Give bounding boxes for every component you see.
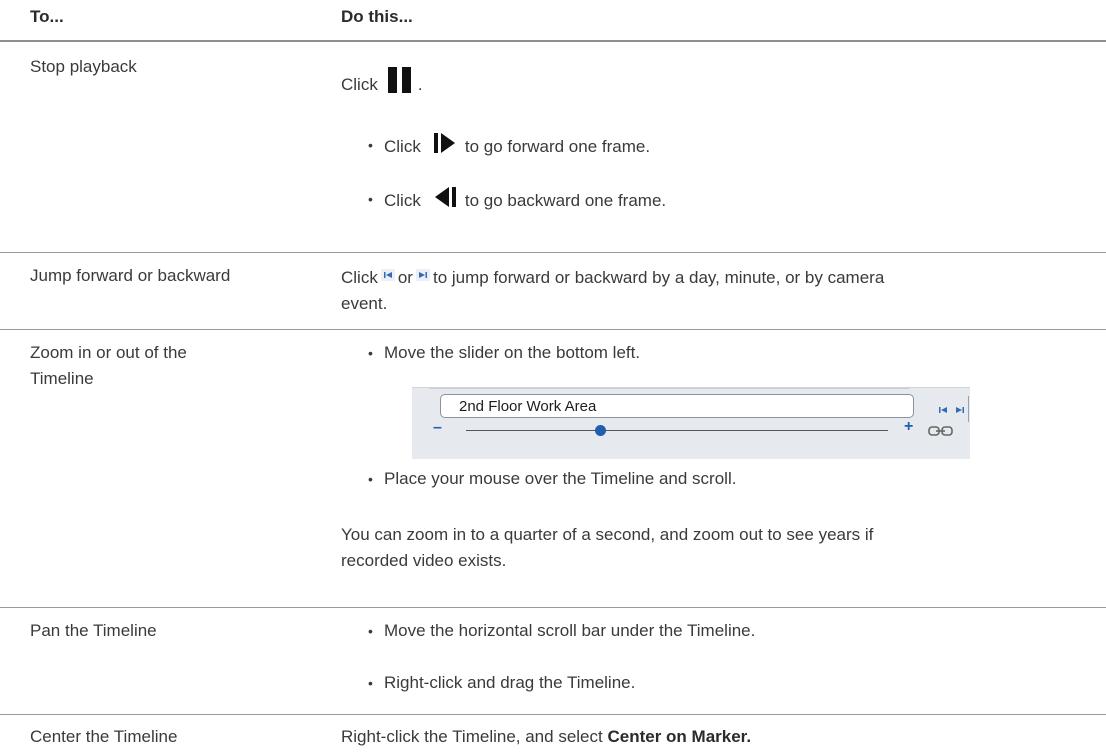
jump-end-icon <box>415 263 430 289</box>
click-text: Click <box>341 75 378 94</box>
row-task: Zoom in or out of the Timeline <box>30 340 300 392</box>
click-text: Click <box>384 191 421 210</box>
center-text: Right-click the Timeline, and select <box>341 727 603 746</box>
table-row: Jump forward or backward Click or to jump … <box>0 253 1106 330</box>
zoom-slider-thumb <box>595 425 606 436</box>
list-item: • Right-click and drag the Timeline. <box>368 670 636 696</box>
bullet-dot: • <box>368 191 373 207</box>
row-task: Jump forward or backward <box>30 266 231 285</box>
list-item: • Click to go forward one frame. <box>368 132 651 162</box>
bullet-dot: • <box>368 623 373 639</box>
link-icon <box>928 422 954 442</box>
bullet-dot: • <box>368 471 373 487</box>
list-item: • Move the slider on the bottom left. <box>368 340 641 366</box>
bullet-dot: • <box>368 675 373 691</box>
step-backward-icon <box>433 186 457 216</box>
table-header: To... Do this... <box>0 0 1106 42</box>
bullet-text: Move the horizontal scroll bar under the… <box>384 621 756 640</box>
bullet-text: Move the slider on the bottom left. <box>384 343 641 362</box>
jump-end-icon <box>954 400 966 420</box>
period-text: . <box>417 75 423 94</box>
row-action: Right-click the Timeline, and select Cen… <box>341 724 1081 750</box>
task-line: Zoom in or out of the <box>30 343 187 362</box>
zoom-note: You can zoom in to a quarter of a second… <box>341 522 1081 574</box>
row-task: Pan the Timeline <box>30 621 157 640</box>
task-line: Timeline <box>30 369 94 388</box>
divider <box>430 388 910 389</box>
pause-icon <box>386 66 416 102</box>
zoom-out-icon: – <box>433 419 442 436</box>
table-row: Zoom in or out of the Timeline • Move th… <box>0 330 1106 608</box>
center-on-marker-label: Center on Marker. <box>607 727 752 746</box>
click-text: Click <box>341 268 378 287</box>
table-row: Pan the Timeline • Move the horizontal s… <box>0 608 1106 715</box>
bullet-text: Place your mouse over the Timeline and s… <box>384 469 737 488</box>
note-line: You can zoom in to a quarter of a second… <box>341 525 874 544</box>
list-item: • Move the horizontal scroll bar under t… <box>368 618 756 644</box>
row-action: Click. <box>341 66 1081 102</box>
table-row: Stop playback Click. • Click to go forwar… <box>0 42 1106 253</box>
instruction-table: To... Do this... Stop playback Click. • … <box>0 0 1106 753</box>
bullet-dot: • <box>368 137 373 153</box>
bullet-text: Right-click and drag the Timeline. <box>384 673 636 692</box>
header-to: To... <box>30 7 64 26</box>
camera-name-field: 2nd Floor Work Area <box>440 394 914 418</box>
zoom-in-icon: + <box>904 418 914 435</box>
step-backward-text: to go backward one frame. <box>464 191 667 210</box>
jump-text: to jump forward or backward by a day, mi… <box>432 268 885 287</box>
jump-start-icon <box>938 400 950 420</box>
click-text: Click <box>384 137 421 156</box>
or-text: or <box>397 268 413 287</box>
list-item: • Click to go backward one frame. <box>368 186 667 216</box>
timeline-screenshot: 2nd Floor Work Area – + <box>412 387 970 459</box>
header-do-this: Do this... <box>341 7 413 26</box>
step-forward-text: to go forward one frame. <box>464 137 651 156</box>
bullet-dot: • <box>368 345 373 361</box>
step-forward-icon <box>433 132 457 162</box>
divider <box>968 396 969 422</box>
jump-start-icon <box>380 263 395 289</box>
list-item: • Place your mouse over the Timeline and… <box>368 466 737 492</box>
row-action: Click or to jump forward or backward by a … <box>341 263 1081 317</box>
row-task: Center the Timeline <box>30 727 178 746</box>
row-task: Stop playback <box>30 57 137 76</box>
note-line: recorded video exists. <box>341 551 507 570</box>
zoom-slider-track <box>466 430 888 431</box>
jump-text-cont: event. <box>341 294 388 313</box>
table-row: Center the Timeline Right-click the Time… <box>0 715 1106 753</box>
